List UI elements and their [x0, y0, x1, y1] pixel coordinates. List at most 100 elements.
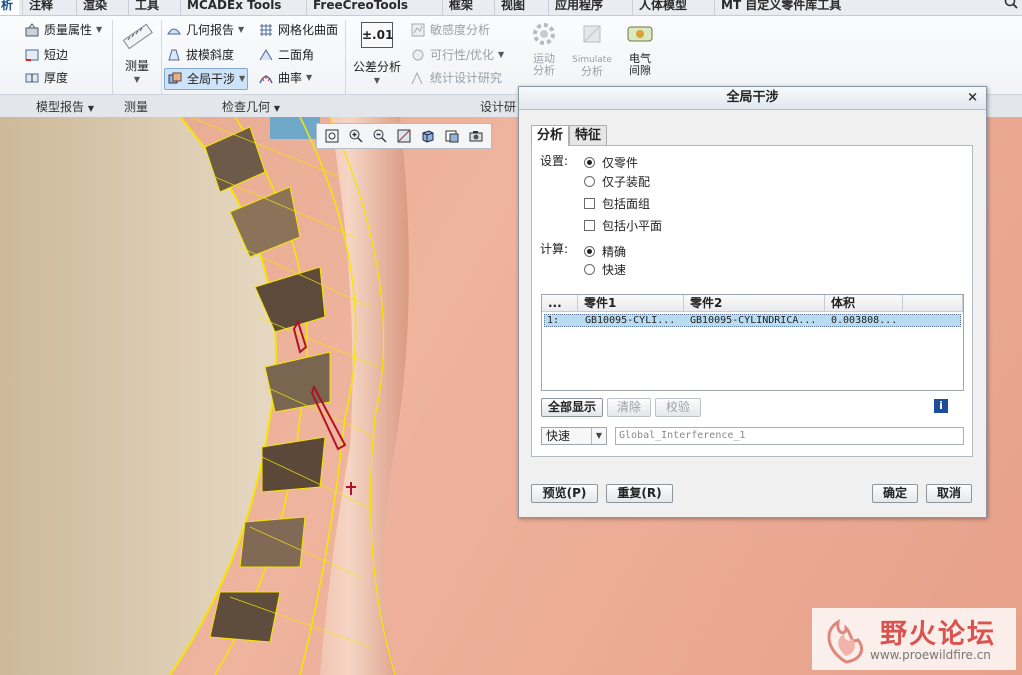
tab-manikin[interactable]: 人体模型 [632, 0, 693, 15]
subassembly-only-label: 仅子装配 [602, 175, 651, 189]
chevron-down-icon: ▼ [96, 25, 103, 34]
interference-results-table[interactable]: ... 零件1 零件2 体积 1: GB10095-CYLI... GB1009… [541, 294, 964, 391]
include-quilts-label: 包括面组 [602, 197, 651, 211]
tolerance-analysis-button[interactable]: ±.01 公差分析 ▼ [350, 22, 404, 88]
tab-frame[interactable]: 框架 [442, 0, 479, 15]
group-model-report[interactable]: 模型报告 ▼ [36, 98, 94, 115]
draft-check-button[interactable]: 拔模斜度 [166, 45, 234, 65]
radio-indicator[interactable] [584, 176, 595, 187]
feasibility-optimization-button[interactable]: 可行性/优化 ▼ [410, 45, 504, 65]
chevron-down-icon: ▼ [87, 104, 94, 113]
display-style-button[interactable] [418, 126, 438, 146]
view-manager-button[interactable] [466, 126, 486, 146]
chevron-down-icon[interactable]: ▼ [591, 428, 606, 444]
view-toolbar [316, 123, 492, 149]
check-button[interactable]: 校验 [655, 398, 701, 417]
cube-icon [422, 130, 434, 143]
chevron-down-icon: ▼ [306, 73, 313, 82]
column-header-index[interactable]: ... [542, 295, 578, 312]
refit-button[interactable] [322, 126, 342, 146]
tab-applications[interactable]: 应用程序 [548, 0, 609, 15]
short-edge-label: 短边 [44, 48, 69, 62]
clear-button[interactable]: 清除 [607, 398, 651, 417]
search-icon[interactable] [1004, 0, 1018, 9]
tab-analysis[interactable]: 分析 [531, 125, 570, 146]
row-part1: GB10095-CYLI... [585, 315, 676, 326]
group-inspect-geometry[interactable]: 检查几何 ▼ [222, 98, 280, 115]
curvature-button[interactable]: 曲率 ▼ [258, 68, 312, 88]
tab-analysis[interactable]: 析 [0, 0, 20, 15]
cancel-button[interactable]: 取消 [926, 484, 972, 503]
watermark-name: 野火论坛 [880, 619, 996, 650]
compute-method-value: 快速 [546, 429, 571, 443]
global-interference-button[interactable]: 全局干涉 ▼ [164, 68, 249, 90]
show-all-button[interactable]: 全部显示 [541, 398, 603, 417]
chevron-down-icon: ▼ [239, 74, 246, 83]
checkbox-indicator[interactable] [584, 220, 595, 231]
measure-button[interactable]: 测量 ▼ [116, 20, 158, 87]
close-icon[interactable]: × [967, 87, 978, 109]
radio-quick[interactable]: 快速 [584, 261, 626, 278]
ok-button[interactable]: 确定 [872, 484, 918, 503]
statistical-label: 统计设计研究 [430, 71, 503, 85]
mass-properties-button[interactable]: 质量属性 ▼ [24, 20, 102, 40]
chevron-down-icon: ▼ [238, 25, 245, 34]
radio-subassembly-only[interactable]: 仅子装配 [584, 173, 650, 190]
chevron-down-icon: ▼ [498, 50, 505, 59]
repaint-button[interactable] [394, 126, 414, 146]
sensitivity-analysis-button[interactable]: 敏感度分析 [410, 20, 490, 40]
mass-properties-icon [25, 23, 39, 37]
motion-analysis-button[interactable]: 运动 分析 [526, 20, 562, 77]
chevron-down-icon: ▼ [373, 76, 381, 85]
checkbox-include-quilts[interactable]: 包括面组 [584, 195, 650, 212]
motion-label-line2: 分析 [533, 64, 555, 77]
preview-button[interactable]: 预览(P) [531, 484, 598, 503]
repeat-button[interactable]: 重复(R) [606, 484, 673, 503]
tab-mcadex-tools[interactable]: MCADEx Tools [180, 0, 287, 15]
tab-mt-custom-library[interactable]: MT 自定义零件库工具 [714, 0, 847, 15]
simulate-analysis-button[interactable]: Simulate 分析 [566, 20, 618, 78]
statistical-design-button[interactable]: 统计设计研究 [410, 68, 502, 88]
thickness-label: 厚度 [44, 71, 69, 85]
tab-annotate[interactable]: 注释 [22, 0, 59, 15]
group-measure: 测量 [124, 100, 149, 114]
radio-parts-only[interactable]: 仅零件 [584, 154, 638, 171]
tab-render[interactable]: 渲染 [76, 0, 113, 15]
feasibility-icon [412, 49, 424, 61]
tab-feature[interactable]: 特征 [569, 125, 608, 145]
radio-indicator[interactable] [584, 264, 595, 275]
info-icon[interactable]: i [934, 399, 948, 413]
zoom-in-button[interactable] [346, 126, 366, 146]
checkbox-indicator[interactable] [584, 198, 595, 209]
geometry-report-button[interactable]: 几何报告 ▼ [166, 20, 244, 40]
saved-orientations-button[interactable] [442, 126, 462, 146]
column-header-part1[interactable]: 零件1 [578, 295, 684, 312]
tab-freecreotools[interactable]: FreeCreoTools [306, 0, 414, 15]
compute-method-select[interactable]: 快速 ▼ [541, 427, 607, 445]
dihedral-angle-button[interactable]: 二面角 [258, 45, 314, 65]
analysis-name-input[interactable]: Global_Interference_1 [615, 427, 964, 445]
zoom-out-button[interactable] [370, 126, 390, 146]
table-row[interactable]: 1: GB10095-CYLI... GB10095-CYLINDRICA...… [544, 314, 961, 327]
exact-label: 精确 [602, 245, 627, 259]
radio-exact[interactable]: 精确 [584, 243, 626, 260]
tab-view[interactable]: 视图 [494, 0, 531, 15]
column-header-part2[interactable]: 零件2 [684, 295, 825, 312]
dihedral-icon [259, 49, 273, 61]
radio-selected-indicator[interactable] [584, 246, 595, 257]
row-part2: GB10095-CYLINDRICA... [690, 315, 817, 326]
mesh-surface-button[interactable]: 网格化曲面 [258, 20, 338, 40]
measure-label: 测量 [124, 59, 149, 73]
dialog-titlebar[interactable]: 全局干涉 × [519, 87, 986, 110]
electrical-clearance-button[interactable]: 电气 间隙 [622, 20, 658, 77]
tab-tools[interactable]: 工具 [128, 0, 165, 15]
analysis-panel: 设置: 仅零件 仅子装配 包括面组 包括小平面 计算: 精确 快速 ... 零件… [531, 145, 973, 457]
radio-selected-indicator[interactable] [584, 157, 595, 168]
parts-only-label: 仅零件 [602, 156, 639, 170]
thickness-button[interactable]: 厚度 [24, 68, 68, 88]
column-header-volume[interactable]: 体积 [825, 295, 903, 312]
include-facets-label: 包括小平面 [602, 219, 663, 233]
short-edge-button[interactable]: 短边 [24, 45, 68, 65]
checkbox-include-facets[interactable]: 包括小平面 [584, 217, 662, 234]
zoom-out-icon [373, 129, 387, 143]
